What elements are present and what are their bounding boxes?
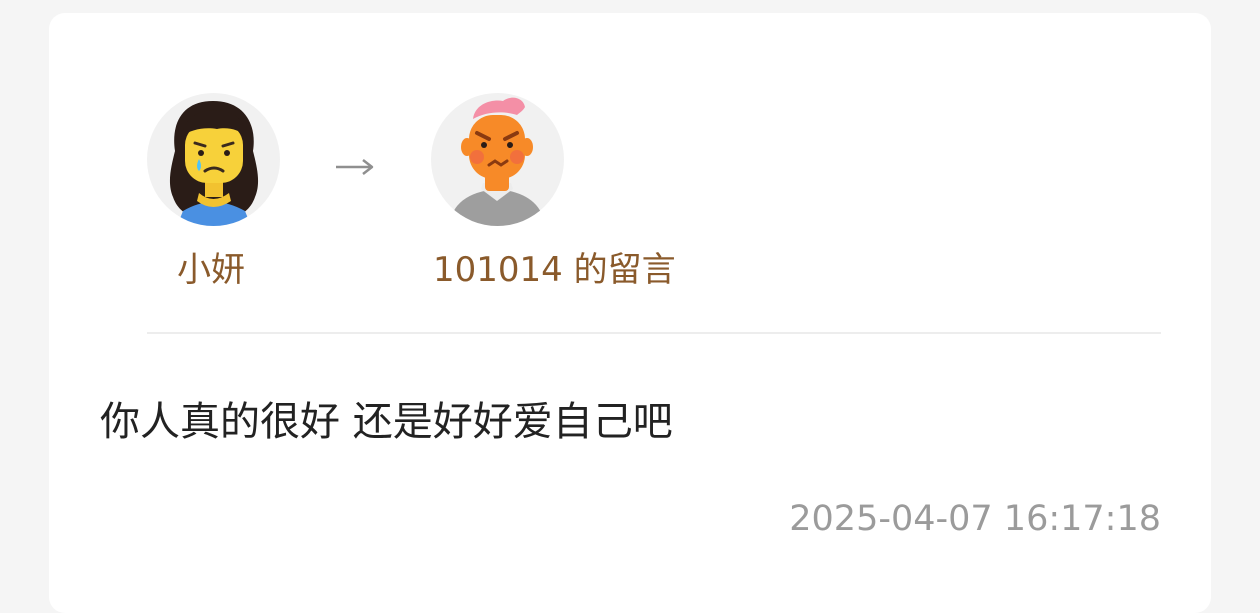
arrow-right-icon bbox=[336, 159, 374, 175]
crying-woman-avatar-icon bbox=[169, 101, 259, 226]
message-text: 你人真的很好 还是好好爱自己吧 bbox=[100, 399, 673, 445]
sender-avatar[interactable] bbox=[147, 93, 280, 226]
message-timestamp: 2025-04-07 16:17:18 bbox=[789, 499, 1161, 539]
recipient-label[interactable]: 101014 的留言 bbox=[433, 247, 676, 293]
angry-man-avatar-icon bbox=[449, 97, 545, 226]
message-card: 小妍 101014 的留言 你人真的很好 还是好好爱自己吧 2025-04-07… bbox=[49, 13, 1211, 613]
divider bbox=[147, 332, 1161, 334]
recipient-avatar[interactable] bbox=[431, 93, 564, 226]
sender-name[interactable]: 小妍 bbox=[177, 247, 245, 293]
